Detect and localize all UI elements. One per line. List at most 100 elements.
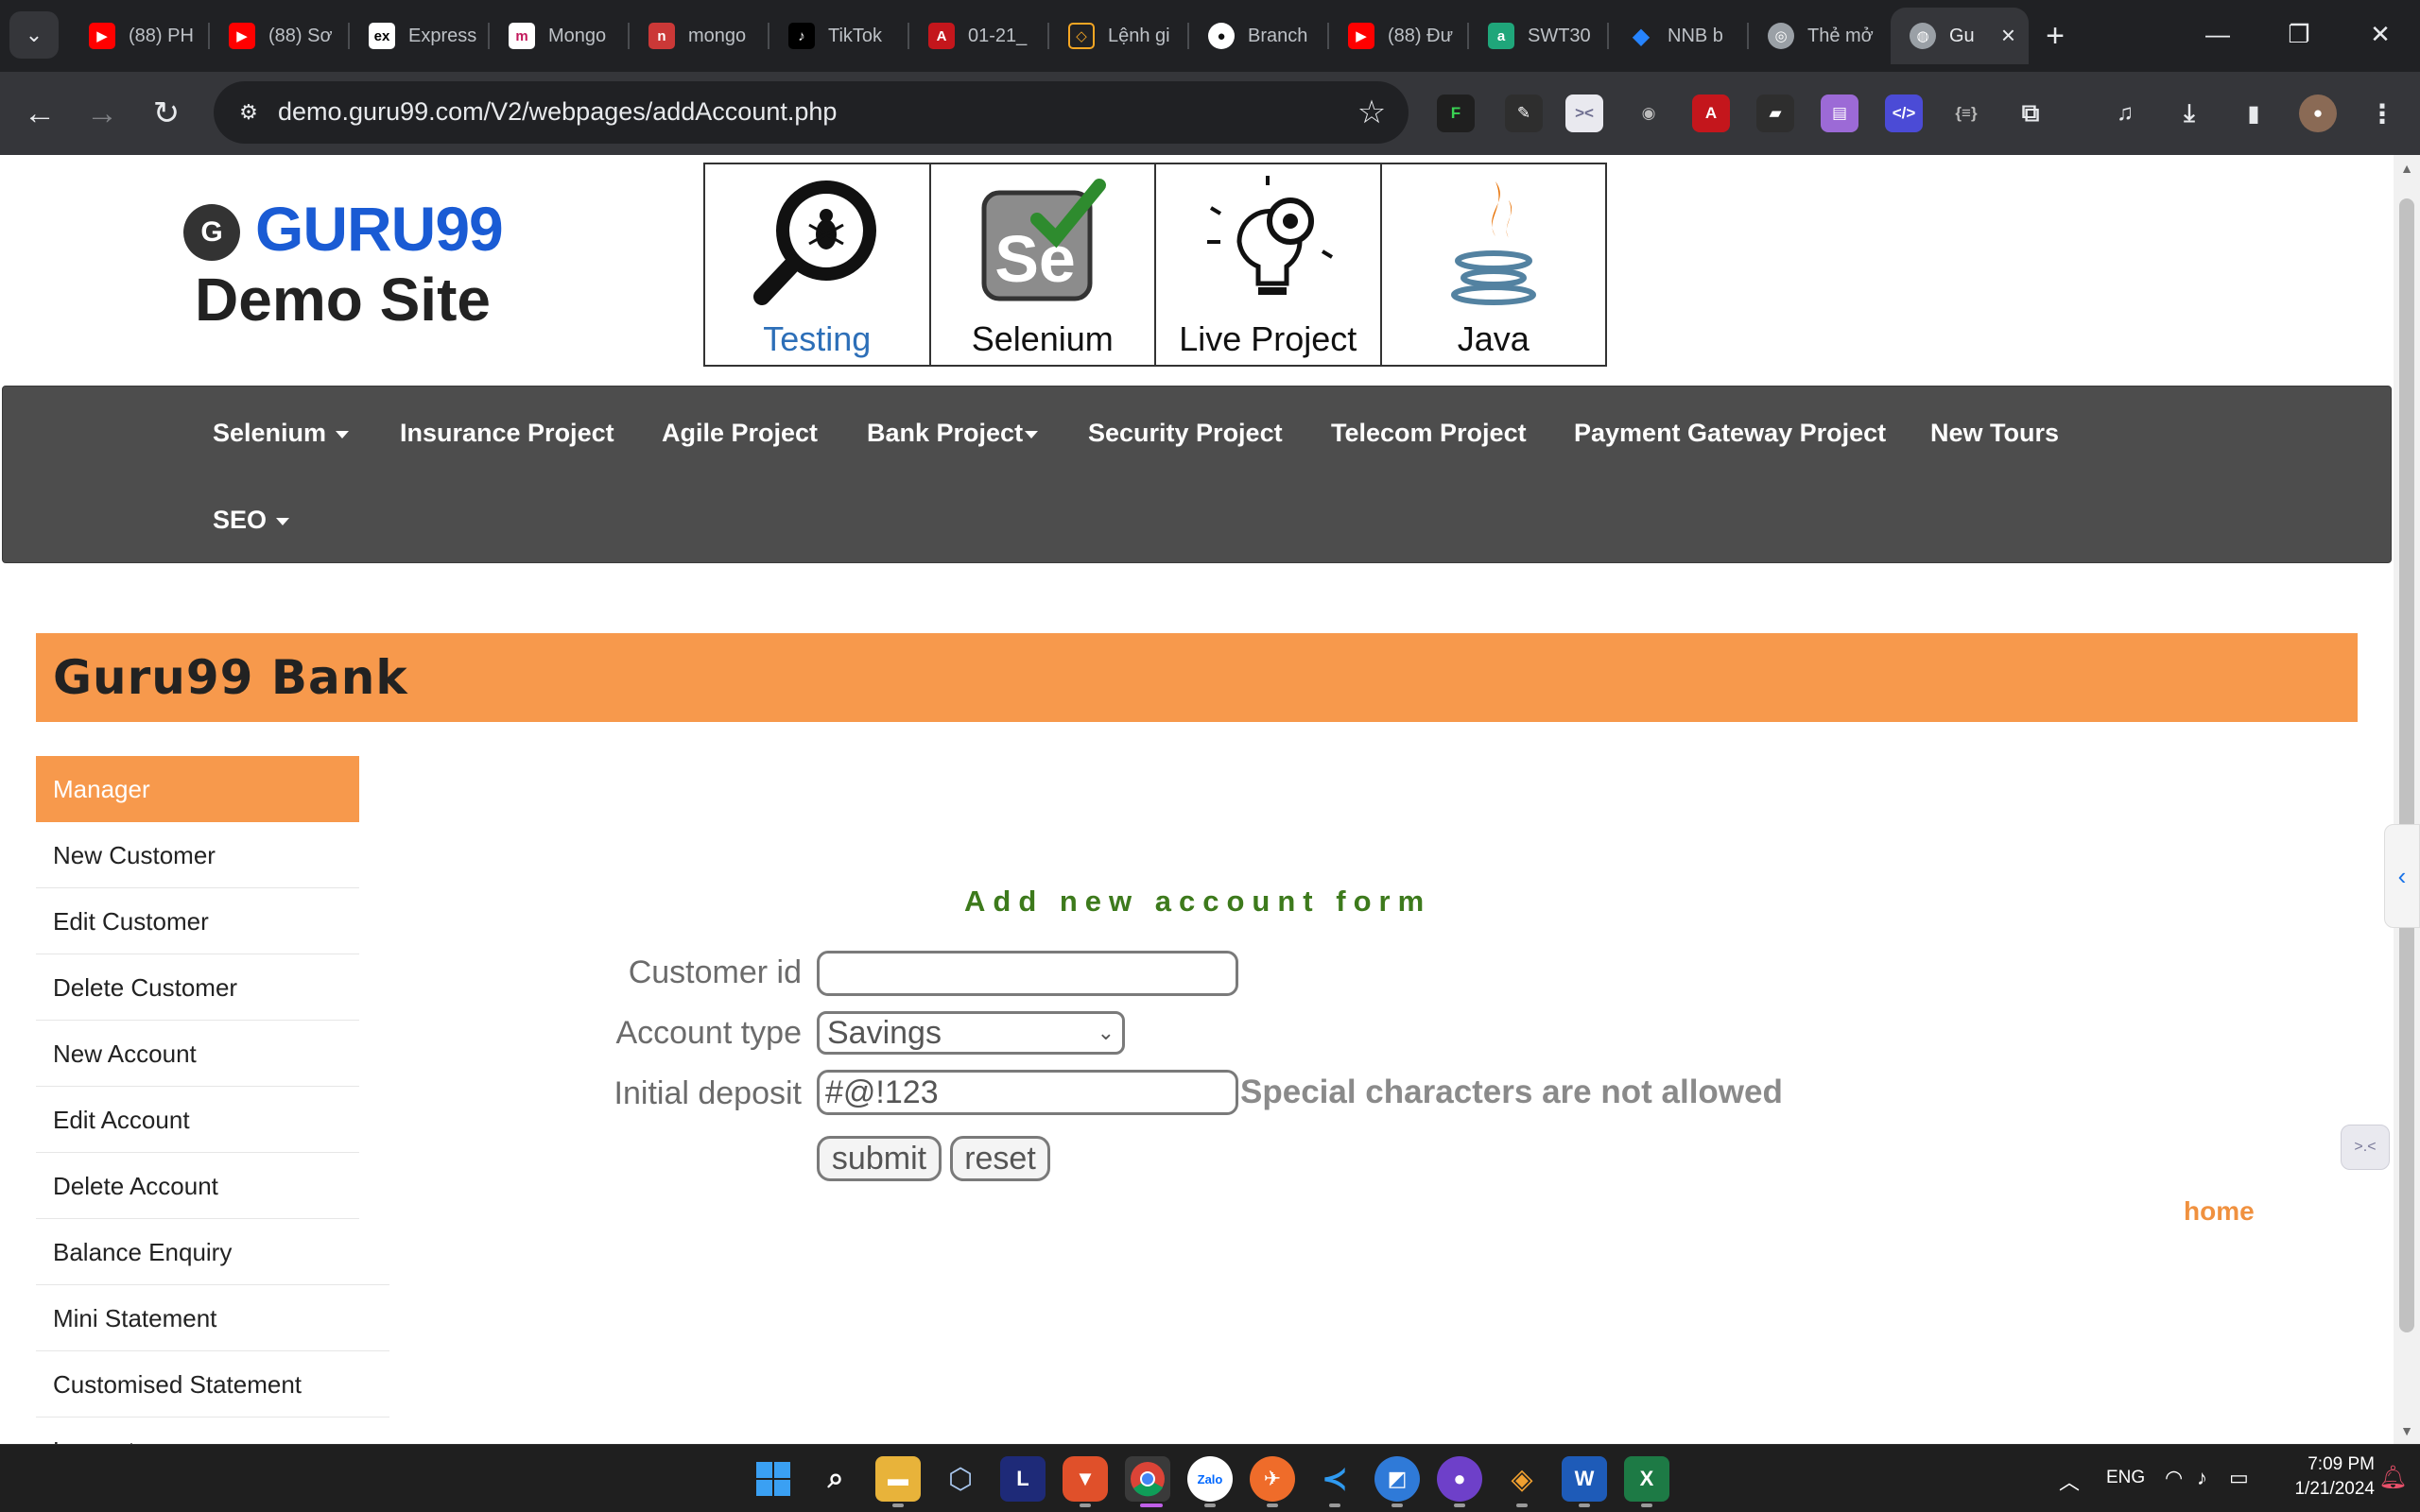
volume-icon[interactable]: ♪ (2197, 1466, 2207, 1490)
pdf-extension-icon[interactable]: A (1692, 94, 1730, 132)
browser-tab[interactable]: ◎ Thẻ mở (1749, 8, 1889, 64)
sourcetree-icon[interactable]: ◈ (1499, 1456, 1545, 1502)
back-button[interactable]: ← (13, 87, 66, 140)
account-type-select[interactable]: Savings ⌄ (817, 1011, 1125, 1055)
reload-button[interactable]: ↻ (140, 87, 193, 140)
sidebar-item-delete-customer[interactable]: Delete Customer (36, 954, 359, 1021)
nav-seo[interactable]: SEO (213, 506, 290, 535)
minimize-button[interactable]: — (2180, 13, 2256, 55)
scroll-up-arrow[interactable]: ▲ (2397, 159, 2416, 178)
browser-tab[interactable]: a SWT30 (1469, 8, 1609, 64)
l-app-icon[interactable]: L (1000, 1456, 1046, 1502)
browser-tab[interactable]: ♪ TikTok (769, 8, 909, 64)
zalo-icon[interactable]: Zalo (1187, 1456, 1233, 1502)
submit-button[interactable]: submit (817, 1136, 942, 1181)
sidebar-item-edit-account[interactable]: Edit Account (36, 1087, 359, 1153)
emoji-extension-icon[interactable]: >< (1565, 94, 1603, 132)
battery-icon[interactable]: ▭ (2229, 1466, 2249, 1490)
browser-tab[interactable]: n mongo (630, 8, 769, 64)
close-tab-icon[interactable]: × (2001, 21, 2015, 50)
sidebar-item-new-account[interactable]: New Account (36, 1021, 359, 1087)
extension-icon[interactable]: ▰ (1756, 94, 1794, 132)
search-icon[interactable]: ⌕ (813, 1456, 858, 1502)
side-drawer-toggle[interactable]: ‹ (2384, 824, 2420, 928)
url-text[interactable]: demo.guru99.com/V2/webpages/addAccount.p… (278, 97, 837, 127)
reset-button[interactable]: reset (950, 1136, 1050, 1181)
menu-kebab-icon[interactable]: ⋮ (2363, 94, 2401, 132)
extension-icon[interactable]: ▤ (1821, 94, 1858, 132)
nav-new-tours[interactable]: New Tours (1930, 419, 2059, 448)
nav-selenium[interactable]: Selenium (213, 419, 350, 448)
sidebar-item-log-out[interactable]: Log out (36, 1418, 389, 1444)
clock-time[interactable]: 7:09 PM (2295, 1454, 2375, 1475)
nav-bank-project[interactable]: Bank Project (867, 419, 1039, 448)
profile-avatar[interactable]: ● (2299, 94, 2337, 132)
json-extension-icon[interactable]: {≡} (1947, 94, 1985, 132)
sidebar-item-mini-statement[interactable]: Mini Statement (36, 1285, 389, 1351)
file-explorer-icon[interactable]: ▬ (875, 1456, 921, 1502)
extension-icon[interactable]: F (1437, 94, 1475, 132)
scrollbar-thumb[interactable] (2399, 198, 2414, 1332)
sidebar-item-manager[interactable]: Manager (36, 756, 359, 822)
browser-tab[interactable]: m Mongo (490, 8, 630, 64)
banner-selenium[interactable]: Se Selenium (931, 164, 1156, 365)
chevron-up-icon[interactable]: ︿ (2059, 1466, 2080, 1496)
restore-button[interactable]: ❐ (2261, 13, 2337, 55)
banner-testing[interactable]: Testing (705, 164, 931, 365)
nav-agile-project[interactable]: Agile Project (662, 419, 818, 448)
start-windows-icon[interactable] (751, 1456, 796, 1502)
browser-tab[interactable]: ▶ (88) PH (70, 8, 210, 64)
nav-payment-gateway-project[interactable]: Payment Gateway Project (1574, 419, 1886, 448)
initial-deposit-input[interactable]: #@!123 (817, 1070, 1238, 1115)
globe-extension-icon[interactable]: ◉ (1630, 94, 1668, 132)
home-link[interactable]: home (2184, 1196, 2255, 1227)
close-window-button[interactable]: ✕ (2342, 13, 2418, 55)
vscode-icon[interactable]: ≺ (1312, 1456, 1357, 1502)
browser-tab[interactable]: A 01-21_ (909, 8, 1049, 64)
browser-tab[interactable]: ◇ Lệnh gi (1049, 8, 1189, 64)
customer-id-input[interactable] (817, 951, 1238, 996)
bookmark-star-icon[interactable]: ☆ (1348, 89, 1395, 136)
nav-telecom-project[interactable]: Telecom Project (1331, 419, 1527, 448)
sidebar-item-new-customer[interactable]: New Customer (36, 822, 359, 888)
sidebar-item-balance-enquiry[interactable]: Balance Enquiry (36, 1219, 389, 1285)
floating-extension-icon[interactable]: >.< (2341, 1125, 2390, 1170)
nav-security-project[interactable]: Security Project (1088, 419, 1283, 448)
word-icon[interactable]: W (1562, 1456, 1607, 1502)
media-control-icon[interactable]: ♫ (2106, 94, 2144, 132)
language-indicator[interactable]: ENG (2106, 1468, 2145, 1488)
address-bar[interactable]: ⚙ demo.guru99.com/V2/webpages/addAccount… (214, 81, 1409, 144)
cube-app-icon[interactable]: ⬡ (938, 1456, 983, 1502)
browser-tab[interactable]: ex Express (350, 8, 490, 64)
sidebar-item-delete-account[interactable]: Delete Account (36, 1153, 359, 1219)
banner-java[interactable]: Java (1382, 164, 1606, 365)
browser-tab[interactable]: ▶ (88) Sơ (210, 8, 350, 64)
site-settings-icon[interactable]: ⚙ (231, 94, 267, 130)
nav-insurance-project[interactable]: Insurance Project (400, 419, 614, 448)
chat-app-icon[interactable]: ◩ (1374, 1456, 1420, 1502)
side-panel-icon[interactable]: ▮ (2235, 94, 2273, 132)
chrome-icon[interactable] (1125, 1456, 1170, 1502)
pen-extension-icon[interactable]: ✎ (1505, 94, 1543, 132)
extensions-puzzle-icon[interactable]: ⧉ (2012, 94, 2049, 132)
browser-tab[interactable]: ● Branch (1189, 8, 1329, 64)
tab-search-button[interactable]: ⌄ (9, 11, 59, 59)
excel-icon[interactable]: X (1624, 1456, 1669, 1502)
new-tab-button[interactable]: + (2034, 15, 2076, 57)
forward-button[interactable]: → (76, 87, 129, 140)
wifi-icon[interactable]: ◠ (2165, 1466, 2183, 1490)
brave-browser-icon[interactable]: ▼ (1063, 1456, 1108, 1502)
sidebar-item-customised-statement[interactable]: Customised Statement (36, 1351, 389, 1418)
clock-date[interactable]: 1/21/2024 (2276, 1479, 2375, 1500)
postman-icon[interactable]: ✈ (1250, 1456, 1295, 1502)
github-desktop-icon[interactable]: ● (1437, 1456, 1482, 1502)
scroll-down-arrow[interactable]: ▼ (2397, 1421, 2416, 1440)
code-extension-icon[interactable]: </> (1885, 94, 1923, 132)
sidebar-item-edit-customer[interactable]: Edit Customer (36, 888, 359, 954)
notification-bell-icon[interactable]: 🔔︎ (2378, 1464, 2407, 1491)
browser-tab[interactable]: ◆ NNB b (1609, 8, 1749, 64)
download-icon[interactable]: ⤓ (2170, 94, 2208, 132)
browser-tab[interactable]: ▶ (88) Đư (1329, 8, 1469, 64)
browser-tab-active[interactable]: ◍ Gu × (1891, 8, 2029, 64)
banner-live-project[interactable]: Live Project (1156, 164, 1382, 365)
